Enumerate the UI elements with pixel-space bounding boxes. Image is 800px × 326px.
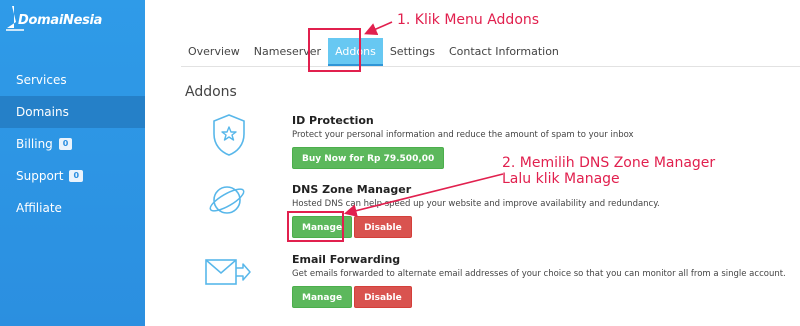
sidebar-item-label: Domains: [16, 105, 69, 119]
arrow-to-addons-tab: [364, 21, 393, 35]
main-content: Overview Nameserver Addons Settings Cont…: [145, 0, 800, 326]
sidebar-item-billing[interactable]: Billing 0: [0, 128, 145, 160]
sidebar-item-label: Services: [16, 73, 67, 87]
sidebar-item-label: Affiliate: [16, 201, 62, 215]
arrow-to-manage-button: [343, 173, 504, 217]
sidebar: DomaiNesia Services Domains Billing 0 Su…: [0, 0, 145, 326]
sidebar-item-support[interactable]: Support 0: [0, 160, 145, 192]
sidebar-item-label: Billing: [16, 137, 53, 151]
sidebar-item-affiliate[interactable]: Affiliate: [0, 192, 145, 224]
sidebar-item-domains[interactable]: Domains: [0, 96, 145, 128]
sidebar-nav: Services Domains Billing 0 Support 0 Aff…: [0, 64, 145, 224]
billing-count-badge: 0: [58, 138, 73, 150]
brand-name: DomaiNesia: [18, 13, 103, 28]
sidebar-item-label: Support: [16, 169, 64, 183]
support-count-badge: 0: [69, 170, 84, 182]
sidebar-item-services[interactable]: Services: [0, 64, 145, 96]
brand-logo[interactable]: DomaiNesia: [4, 4, 124, 34]
annotation-arrows: [343, 21, 504, 217]
